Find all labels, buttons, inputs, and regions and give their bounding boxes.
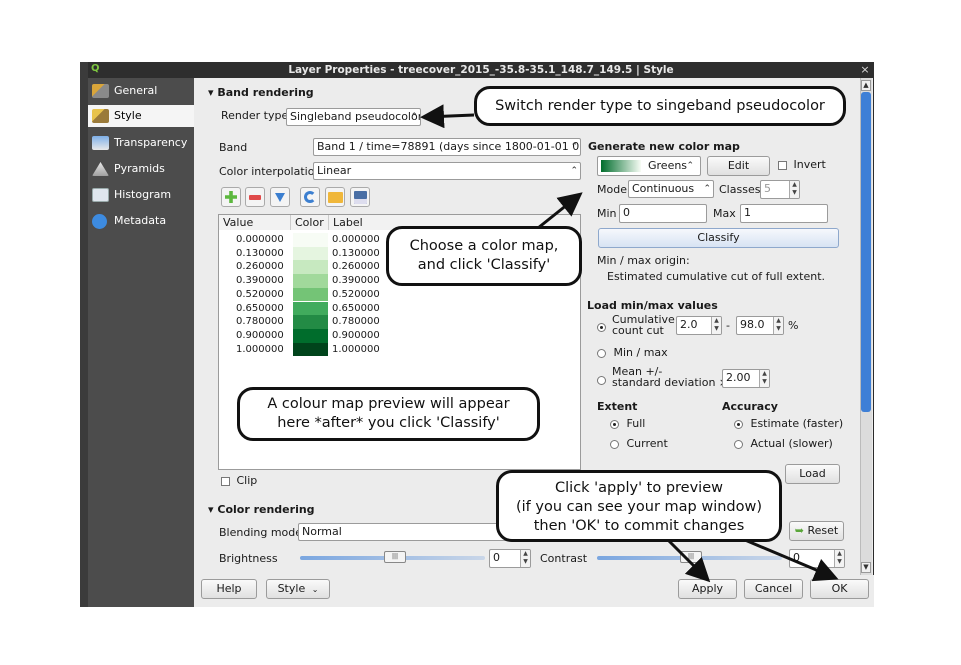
arrow-color-map: [537, 192, 583, 230]
callout-color-map: Choose a color map, and click 'Classify': [386, 226, 582, 286]
arrow-apply: [666, 538, 711, 583]
callout-render-type: Switch render type to singeband pseudoco…: [474, 86, 846, 126]
arrow-ok: [744, 538, 839, 582]
arrow-render-type: [420, 104, 475, 129]
callout-preview: A colour map preview will appear here *a…: [237, 387, 540, 441]
callout-apply: Click 'apply' to preview (if you can see…: [496, 470, 782, 542]
